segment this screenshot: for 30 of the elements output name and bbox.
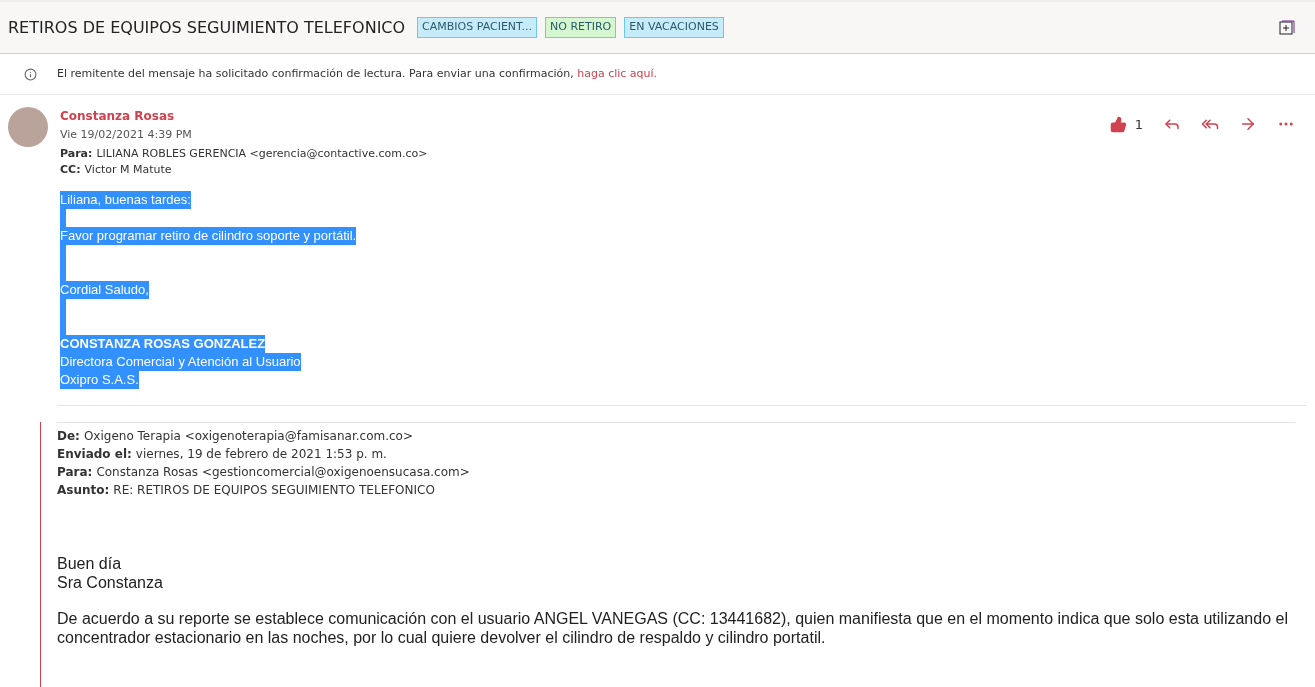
expand-window-icon[interactable] <box>1279 19 1295 36</box>
avatar <box>8 107 48 147</box>
cc-label: CC: <box>60 162 81 178</box>
read-receipt-link[interactable]: haga clic aquí. <box>577 66 658 80</box>
header-value: Constanza Rosas <gestioncomercial@oxigenoensucasa.com> <box>96 463 470 481</box>
read-receipt-notice: El remitente del mensaje ha solicitado confirmación de lectura. Para enviar una confirmación, haga clic aquí. <box>57 65 658 82</box>
info-icon <box>24 67 37 81</box>
forward-icon[interactable] <box>1239 115 1257 133</box>
message-date: Vie 19/02/2021 4:39 PM <box>60 127 193 143</box>
like-icon[interactable] <box>1109 116 1127 134</box>
category-tag[interactable]: EN VACACIONES <box>624 17 724 38</box>
category-tag[interactable]: NO RETIRO <box>545 17 617 38</box>
sender-name[interactable]: Constanza Rosas <box>60 107 428 125</box>
greeting-line: Buen día <box>57 553 123 573</box>
header-value: RE: RETIROS DE EQUIPOS SEGUIMIENTO TELEFONICO <box>113 481 435 499</box>
header-label: Enviado el: <box>57 445 132 463</box>
header-value: Oxigeno Terapia <oxigenoterapia@famisanar.com.co> <box>83 427 413 445</box>
to-label: Para: <box>60 145 93 162</box>
message-paragraph: De acuerdo a su reporte se establece comunicación con el usuario ANGEL VANEGAS (CC: 13441682), quien manifiesta que en el momento indica que solo esta utilizando el concentrador estacionario en las noches, por lo cual quiere devolver el cilindro de respaldo y cilindro portatil. <box>57 608 1289 647</box>
subject-title: RETIROS DE EQUIPOS SEGUIMIENTO TELEFONICO <box>8 16 406 39</box>
header-value: viernes, 19 de febrero de 2021 1:53 p. m. <box>135 445 387 463</box>
header-label: Asunto: <box>57 481 110 499</box>
greeting-line: Sra Constanza <box>57 572 164 592</box>
header-label: De: <box>57 427 80 445</box>
cc-recipient[interactable]: Victor M Matute <box>84 162 172 179</box>
signature-name: CONSTANZA ROSAS GONZALEZ <box>60 334 266 353</box>
like-count: 1 <box>1134 116 1143 134</box>
header-label: Para: <box>57 463 93 481</box>
category-tag[interactable]: CAMBIOS PACIENT... <box>417 17 537 38</box>
to-recipient[interactable]: LILIANA ROBLES GERENCIA <gerencia@contactive.com.co> <box>96 145 428 162</box>
